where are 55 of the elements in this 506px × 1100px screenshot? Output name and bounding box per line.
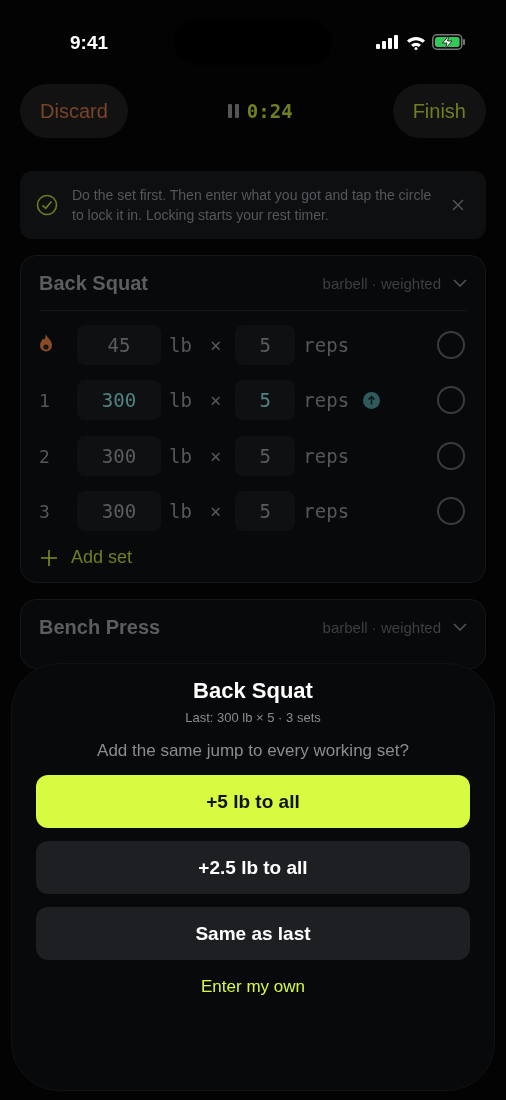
- reps-label: reps: [303, 333, 350, 356]
- check-circle-icon: [36, 194, 58, 216]
- wifi-icon: [406, 34, 426, 50]
- weight-field[interactable]: 300: [77, 491, 161, 532]
- complete-checkbox[interactable]: [437, 330, 465, 359]
- add-set-button[interactable]: Add set: [39, 539, 133, 568]
- chevron-icon[interactable]: [453, 623, 467, 631]
- plus-icon: [41, 549, 57, 566]
- sheet-question: Add the same jump to every working set?: [97, 741, 409, 761]
- discard-button[interactable]: Discard: [20, 84, 128, 138]
- times-sign: ×: [209, 333, 222, 356]
- unit-label: lb: [169, 500, 192, 523]
- tip-text: Do the set first. Then enter what you got and tap the circle to lock it in. Locking starts your rest timer.: [72, 186, 433, 225]
- exercise-meta: barbell · weighted: [322, 618, 441, 636]
- option-button[interactable]: +5 lb to all: [36, 775, 470, 828]
- close-icon[interactable]: [452, 199, 464, 211]
- times-sign: ×: [209, 500, 222, 523]
- times-sign: ×: [209, 389, 222, 412]
- unit-label: lb: [169, 444, 192, 467]
- reps-field[interactable]: 5: [235, 491, 296, 532]
- exercise-name: Bench Press: [39, 615, 161, 639]
- enter-own-link[interactable]: Enter my own: [195, 976, 311, 998]
- reps-field[interactable]: 5: [235, 435, 296, 476]
- arrow-up-icon: [363, 391, 381, 409]
- option-button[interactable]: +2.5 lb to all: [36, 841, 470, 894]
- unit-label: lb: [169, 389, 192, 412]
- reps-label: reps: [303, 389, 350, 412]
- finish-button[interactable]: Finish: [392, 84, 486, 138]
- sheet-title: Back Squat: [193, 678, 313, 704]
- reps-label: reps: [303, 500, 350, 523]
- reps-label: reps: [303, 444, 350, 467]
- set-number: 2: [39, 445, 50, 467]
- weight-field[interactable]: 300: [77, 435, 161, 476]
- set-number: 3: [39, 501, 50, 523]
- chevron-icon[interactable]: [453, 279, 467, 287]
- exercise-name: Back Squat: [39, 271, 148, 295]
- complete-checkbox[interactable]: [437, 386, 465, 415]
- signal-icon: [376, 35, 400, 49]
- complete-checkbox[interactable]: [437, 441, 465, 470]
- unit-label: lb: [169, 333, 192, 356]
- times-sign: ×: [209, 444, 222, 467]
- exercise-meta: barbell · weighted: [322, 274, 441, 292]
- elapsed-timer: 0:24: [246, 100, 293, 122]
- sheet-subtitle: Last: 300 lb × 5 · 3 sets: [185, 710, 321, 725]
- complete-checkbox[interactable]: [437, 497, 465, 526]
- weight-field[interactable]: 45: [77, 324, 161, 365]
- set-number: 1: [39, 390, 50, 412]
- pause-icon[interactable]: [227, 104, 239, 118]
- flame-icon: [39, 333, 53, 352]
- option-button[interactable]: Same as last: [36, 907, 470, 960]
- weight-field[interactable]: 300: [77, 380, 161, 421]
- reps-field[interactable]: 5: [235, 380, 296, 421]
- status-time: 9:41: [70, 32, 110, 54]
- reps-field[interactable]: 5: [235, 324, 296, 365]
- battery-charging-icon: [432, 34, 466, 50]
